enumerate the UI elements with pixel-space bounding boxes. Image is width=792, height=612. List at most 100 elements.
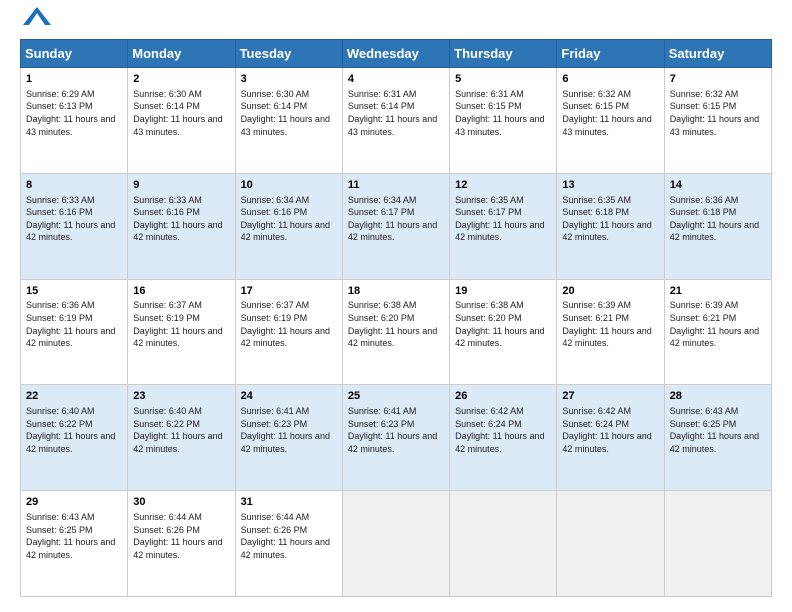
day-number: 8: [26, 178, 122, 193]
day-number: 22: [26, 389, 122, 404]
calendar-day-10: 10Sunrise: 6:34 AMSunset: 6:16 PMDayligh…: [235, 173, 342, 279]
calendar-weekday-saturday: Saturday: [664, 40, 771, 68]
day-number: 3: [241, 72, 337, 87]
day-info: Sunrise: 6:44 AMSunset: 6:26 PMDaylight:…: [241, 511, 337, 561]
day-number: 27: [562, 389, 658, 404]
day-number: 1: [26, 72, 122, 87]
day-info: Sunrise: 6:35 AMSunset: 6:17 PMDaylight:…: [455, 194, 551, 244]
calendar-day-13: 13Sunrise: 6:35 AMSunset: 6:18 PMDayligh…: [557, 173, 664, 279]
day-info: Sunrise: 6:34 AMSunset: 6:17 PMDaylight:…: [348, 194, 444, 244]
day-number: 18: [348, 284, 444, 299]
calendar-day-11: 11Sunrise: 6:34 AMSunset: 6:17 PMDayligh…: [342, 173, 449, 279]
page: SundayMondayTuesdayWednesdayThursdayFrid…: [0, 0, 792, 612]
day-number: 24: [241, 389, 337, 404]
day-number: 31: [241, 495, 337, 510]
day-info: Sunrise: 6:41 AMSunset: 6:23 PMDaylight:…: [241, 405, 337, 455]
calendar-day-14: 14Sunrise: 6:36 AMSunset: 6:18 PMDayligh…: [664, 173, 771, 279]
calendar-empty-cell: [450, 491, 557, 597]
calendar-week-3: 15Sunrise: 6:36 AMSunset: 6:19 PMDayligh…: [21, 279, 772, 385]
calendar-table: SundayMondayTuesdayWednesdayThursdayFrid…: [20, 39, 772, 597]
day-number: 21: [670, 284, 766, 299]
logo-icon: [23, 7, 51, 29]
day-number: 12: [455, 178, 551, 193]
day-info: Sunrise: 6:43 AMSunset: 6:25 PMDaylight:…: [26, 511, 122, 561]
calendar-day-19: 19Sunrise: 6:38 AMSunset: 6:20 PMDayligh…: [450, 279, 557, 385]
calendar-day-24: 24Sunrise: 6:41 AMSunset: 6:23 PMDayligh…: [235, 385, 342, 491]
calendar-empty-cell: [342, 491, 449, 597]
calendar-day-18: 18Sunrise: 6:38 AMSunset: 6:20 PMDayligh…: [342, 279, 449, 385]
day-number: 15: [26, 284, 122, 299]
day-info: Sunrise: 6:40 AMSunset: 6:22 PMDaylight:…: [26, 405, 122, 455]
calendar-day-2: 2Sunrise: 6:30 AMSunset: 6:14 PMDaylight…: [128, 68, 235, 174]
day-number: 9: [133, 178, 229, 193]
calendar-weekday-friday: Friday: [557, 40, 664, 68]
day-number: 7: [670, 72, 766, 87]
calendar-day-20: 20Sunrise: 6:39 AMSunset: 6:21 PMDayligh…: [557, 279, 664, 385]
day-info: Sunrise: 6:39 AMSunset: 6:21 PMDaylight:…: [562, 299, 658, 349]
day-info: Sunrise: 6:34 AMSunset: 6:16 PMDaylight:…: [241, 194, 337, 244]
calendar-day-1: 1Sunrise: 6:29 AMSunset: 6:13 PMDaylight…: [21, 68, 128, 174]
day-number: 13: [562, 178, 658, 193]
calendar-day-16: 16Sunrise: 6:37 AMSunset: 6:19 PMDayligh…: [128, 279, 235, 385]
day-info: Sunrise: 6:36 AMSunset: 6:18 PMDaylight:…: [670, 194, 766, 244]
day-info: Sunrise: 6:40 AMSunset: 6:22 PMDaylight:…: [133, 405, 229, 455]
calendar-weekday-tuesday: Tuesday: [235, 40, 342, 68]
day-number: 10: [241, 178, 337, 193]
day-number: 6: [562, 72, 658, 87]
calendar-day-28: 28Sunrise: 6:43 AMSunset: 6:25 PMDayligh…: [664, 385, 771, 491]
day-info: Sunrise: 6:31 AMSunset: 6:14 PMDaylight:…: [348, 88, 444, 138]
day-number: 17: [241, 284, 337, 299]
day-info: Sunrise: 6:39 AMSunset: 6:21 PMDaylight:…: [670, 299, 766, 349]
day-info: Sunrise: 6:36 AMSunset: 6:19 PMDaylight:…: [26, 299, 122, 349]
day-info: Sunrise: 6:42 AMSunset: 6:24 PMDaylight:…: [562, 405, 658, 455]
calendar-day-4: 4Sunrise: 6:31 AMSunset: 6:14 PMDaylight…: [342, 68, 449, 174]
day-number: 26: [455, 389, 551, 404]
calendar-empty-cell: [557, 491, 664, 597]
day-number: 29: [26, 495, 122, 510]
day-info: Sunrise: 6:37 AMSunset: 6:19 PMDaylight:…: [133, 299, 229, 349]
day-number: 28: [670, 389, 766, 404]
calendar-day-22: 22Sunrise: 6:40 AMSunset: 6:22 PMDayligh…: [21, 385, 128, 491]
day-info: Sunrise: 6:31 AMSunset: 6:15 PMDaylight:…: [455, 88, 551, 138]
day-number: 25: [348, 389, 444, 404]
calendar-day-7: 7Sunrise: 6:32 AMSunset: 6:15 PMDaylight…: [664, 68, 771, 174]
calendar-day-30: 30Sunrise: 6:44 AMSunset: 6:26 PMDayligh…: [128, 491, 235, 597]
calendar-empty-cell: [664, 491, 771, 597]
calendar-day-21: 21Sunrise: 6:39 AMSunset: 6:21 PMDayligh…: [664, 279, 771, 385]
day-info: Sunrise: 6:30 AMSunset: 6:14 PMDaylight:…: [241, 88, 337, 138]
calendar-weekday-sunday: Sunday: [21, 40, 128, 68]
calendar-day-25: 25Sunrise: 6:41 AMSunset: 6:23 PMDayligh…: [342, 385, 449, 491]
day-info: Sunrise: 6:38 AMSunset: 6:20 PMDaylight:…: [455, 299, 551, 349]
calendar-day-17: 17Sunrise: 6:37 AMSunset: 6:19 PMDayligh…: [235, 279, 342, 385]
day-number: 4: [348, 72, 444, 87]
calendar-day-12: 12Sunrise: 6:35 AMSunset: 6:17 PMDayligh…: [450, 173, 557, 279]
header: [20, 15, 772, 29]
day-info: Sunrise: 6:41 AMSunset: 6:23 PMDaylight:…: [348, 405, 444, 455]
calendar-day-8: 8Sunrise: 6:33 AMSunset: 6:16 PMDaylight…: [21, 173, 128, 279]
day-info: Sunrise: 6:35 AMSunset: 6:18 PMDaylight:…: [562, 194, 658, 244]
calendar-day-23: 23Sunrise: 6:40 AMSunset: 6:22 PMDayligh…: [128, 385, 235, 491]
day-info: Sunrise: 6:32 AMSunset: 6:15 PMDaylight:…: [670, 88, 766, 138]
day-info: Sunrise: 6:38 AMSunset: 6:20 PMDaylight:…: [348, 299, 444, 349]
day-number: 14: [670, 178, 766, 193]
calendar-weekday-thursday: Thursday: [450, 40, 557, 68]
day-number: 19: [455, 284, 551, 299]
calendar-day-29: 29Sunrise: 6:43 AMSunset: 6:25 PMDayligh…: [21, 491, 128, 597]
day-info: Sunrise: 6:29 AMSunset: 6:13 PMDaylight:…: [26, 88, 122, 138]
calendar-day-6: 6Sunrise: 6:32 AMSunset: 6:15 PMDaylight…: [557, 68, 664, 174]
day-info: Sunrise: 6:30 AMSunset: 6:14 PMDaylight:…: [133, 88, 229, 138]
day-number: 2: [133, 72, 229, 87]
calendar-day-26: 26Sunrise: 6:42 AMSunset: 6:24 PMDayligh…: [450, 385, 557, 491]
day-info: Sunrise: 6:44 AMSunset: 6:26 PMDaylight:…: [133, 511, 229, 561]
day-number: 5: [455, 72, 551, 87]
calendar-day-5: 5Sunrise: 6:31 AMSunset: 6:15 PMDaylight…: [450, 68, 557, 174]
day-number: 16: [133, 284, 229, 299]
day-info: Sunrise: 6:32 AMSunset: 6:15 PMDaylight:…: [562, 88, 658, 138]
day-number: 11: [348, 178, 444, 193]
calendar-day-31: 31Sunrise: 6:44 AMSunset: 6:26 PMDayligh…: [235, 491, 342, 597]
day-number: 20: [562, 284, 658, 299]
day-info: Sunrise: 6:43 AMSunset: 6:25 PMDaylight:…: [670, 405, 766, 455]
calendar-week-5: 29Sunrise: 6:43 AMSunset: 6:25 PMDayligh…: [21, 491, 772, 597]
day-info: Sunrise: 6:33 AMSunset: 6:16 PMDaylight:…: [26, 194, 122, 244]
calendar-day-27: 27Sunrise: 6:42 AMSunset: 6:24 PMDayligh…: [557, 385, 664, 491]
